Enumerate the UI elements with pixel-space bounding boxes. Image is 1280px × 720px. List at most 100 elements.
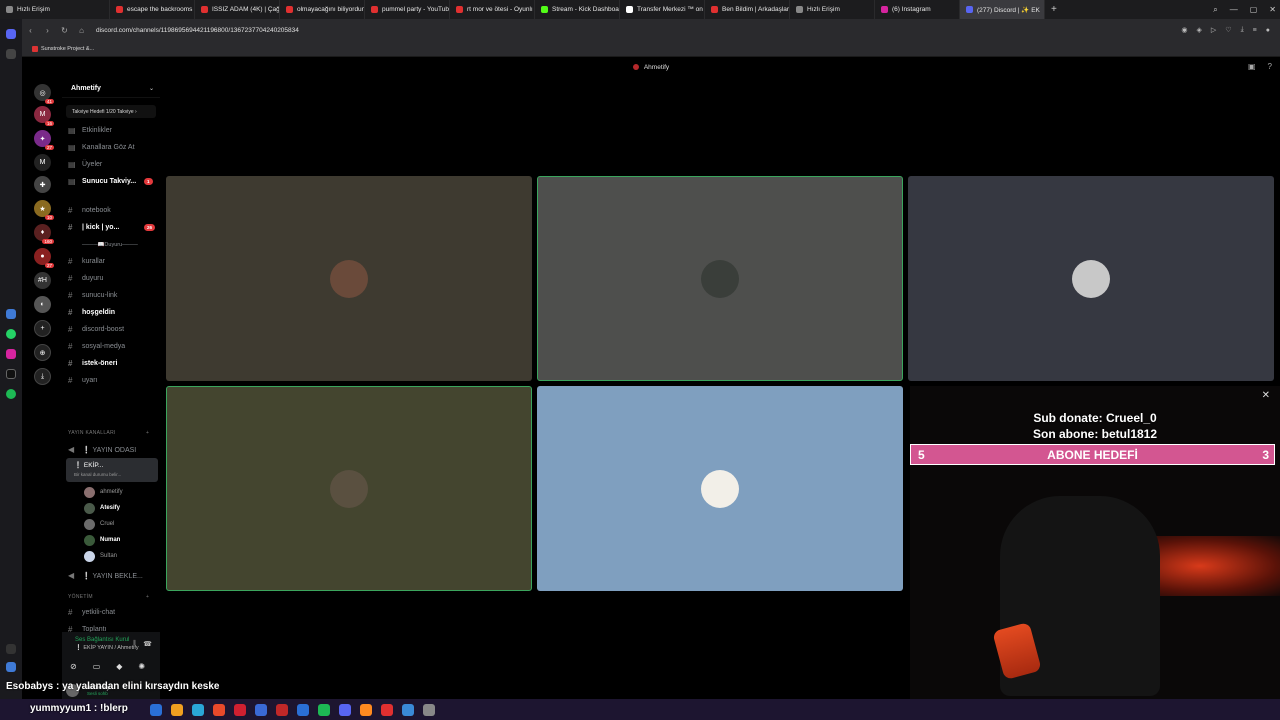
heart-icon[interactable] bbox=[6, 644, 16, 654]
text-channel[interactable]: # duyuru bbox=[68, 271, 103, 286]
sidebar-item[interactable]: ▤ Kanallara Göz At bbox=[68, 140, 135, 155]
add-channel-icon[interactable]: + bbox=[146, 430, 149, 436]
whatsapp-icon[interactable] bbox=[6, 329, 16, 339]
voice-user[interactable]: Atesify bbox=[84, 501, 120, 515]
spotify-icon[interactable] bbox=[6, 389, 16, 399]
text-channel[interactable]: # | kick | yo... 26 bbox=[68, 220, 156, 235]
panel-icon[interactable] bbox=[6, 662, 16, 672]
soundboard-icon[interactable]: ✺ bbox=[138, 662, 145, 671]
active-voice-channel[interactable]: ❕ EKİP... Bir kanal durumu belir... bbox=[66, 458, 158, 482]
record-icon[interactable] bbox=[381, 703, 393, 716]
spotify-icon[interactable] bbox=[318, 703, 330, 716]
server-name-header[interactable]: Ahmetify ⌄ bbox=[62, 80, 160, 98]
browser-tab[interactable]: (277) Discord | ✨ EK bbox=[960, 0, 1045, 19]
screen-share-icon[interactable]: ▭ bbox=[93, 662, 101, 671]
server-icon[interactable]: #H bbox=[34, 272, 51, 289]
close-icon[interactable]: ✕ bbox=[1262, 390, 1270, 401]
office-icon[interactable] bbox=[255, 703, 267, 716]
sidebar-item[interactable]: ▤ Sunucu Takviy... 1 bbox=[68, 174, 153, 189]
minimize-icon[interactable]: — bbox=[1230, 5, 1238, 14]
extension-icon[interactable]: ◈ bbox=[1197, 26, 1202, 34]
voice-user[interactable]: Cruel bbox=[84, 517, 114, 531]
server-icon-active[interactable]: ● 27 bbox=[34, 248, 54, 268]
browser-tab[interactable]: ISSIZ ADAM (4K) | Çağan bbox=[195, 0, 280, 19]
help-icon[interactable]: ? bbox=[1268, 62, 1272, 71]
x-icon[interactable] bbox=[6, 369, 16, 379]
edge-icon[interactable] bbox=[192, 703, 204, 716]
download-icon[interactable]: ⤓ bbox=[34, 368, 51, 385]
dm-icon[interactable]: ◎ 41 bbox=[34, 84, 54, 104]
server-icon[interactable]: ◐ bbox=[34, 296, 51, 313]
heart-icon[interactable]: ♡ bbox=[1225, 26, 1231, 34]
tile-user-1[interactable] bbox=[166, 176, 532, 381]
instagram-icon[interactable] bbox=[6, 349, 16, 359]
text-channel[interactable]: # uyarı bbox=[68, 373, 98, 388]
soundboard-icon[interactable]: 𝄃 bbox=[134, 640, 136, 648]
browser-tab[interactable]: Hızlı Erişim bbox=[790, 0, 875, 19]
calculator-icon[interactable] bbox=[423, 703, 435, 716]
category-header[interactable]: YAYIN KANALLARI + bbox=[68, 430, 149, 436]
text-channel[interactable]: # sosyal-medya bbox=[68, 339, 125, 354]
forward-icon[interactable]: › bbox=[39, 26, 56, 35]
explore-icon[interactable]: ⊕ bbox=[34, 344, 51, 361]
profile-icon[interactable]: ● bbox=[1266, 27, 1270, 34]
sidebar-item[interactable]: ▤ Etkinlikler bbox=[68, 123, 112, 138]
reload-icon[interactable]: ↻ bbox=[56, 26, 73, 35]
server-icon[interactable]: ♦ 160 bbox=[34, 224, 54, 244]
tile-user-5[interactable] bbox=[537, 386, 903, 591]
search-icon[interactable]: ⌕ bbox=[1213, 5, 1217, 15]
tile-user-4[interactable] bbox=[166, 386, 532, 591]
tile-user-2[interactable] bbox=[537, 176, 903, 381]
maximize-icon[interactable]: ▢ bbox=[1250, 5, 1258, 14]
star-icon[interactable] bbox=[6, 49, 16, 59]
opera-icon[interactable] bbox=[276, 703, 288, 716]
server-icon[interactable]: M bbox=[34, 154, 51, 171]
discord-icon[interactable] bbox=[339, 703, 351, 716]
new-tab-icon[interactable]: + bbox=[1045, 4, 1063, 15]
disconnect-icon[interactable]: ☎ bbox=[143, 640, 152, 648]
menu-icon[interactable]: ≡ bbox=[1253, 27, 1257, 34]
bookmark-item[interactable]: Sunstroke Project &... bbox=[32, 45, 94, 52]
store-icon[interactable] bbox=[213, 703, 225, 716]
browser-tab[interactable]: (6) Instagram bbox=[875, 0, 960, 19]
browser-tab[interactable]: Transfer Merkezi ™ on X bbox=[620, 0, 705, 19]
text-channel[interactable]: # hoşgeldin bbox=[68, 305, 115, 320]
voice-channel[interactable]: ◀ ❕ YAYIN ODASI bbox=[68, 442, 136, 457]
browser-tab[interactable]: Hızlı Erişim bbox=[0, 0, 110, 19]
text-channel[interactable]: # sunucu-link bbox=[68, 288, 117, 303]
obs-icon[interactable] bbox=[360, 703, 372, 716]
mail-icon[interactable] bbox=[234, 703, 246, 716]
browser-tab[interactable]: olmayacağını biliyordun y bbox=[280, 0, 365, 19]
add-server-icon[interactable]: + bbox=[34, 320, 51, 337]
inbox-icon[interactable]: ▣ bbox=[1248, 62, 1256, 71]
voice-channel[interactable]: ◀ ❕ YAYIN BEKLE... bbox=[68, 568, 143, 583]
explorer-icon[interactable] bbox=[150, 703, 162, 716]
server-icon[interactable]: M 16 bbox=[34, 106, 54, 126]
voice-user[interactable]: Sultan bbox=[84, 549, 117, 563]
play-icon[interactable]: ▷ bbox=[1211, 26, 1216, 34]
server-icon[interactable]: ✚ bbox=[34, 176, 51, 193]
folder-icon[interactable] bbox=[171, 703, 183, 716]
home-icon[interactable]: ⌂ bbox=[73, 26, 90, 35]
home-icon[interactable] bbox=[6, 29, 16, 39]
category-header[interactable]: YÖNETİM + bbox=[68, 594, 149, 600]
text-channel[interactable]: # notebook bbox=[68, 203, 111, 218]
server-icon[interactable]: ★ 10 bbox=[34, 200, 54, 220]
browser-tab[interactable]: Stream - Kick Dashboard bbox=[535, 0, 620, 19]
back-icon[interactable]: ‹ bbox=[22, 26, 39, 35]
camera-off-icon[interactable]: ⊘ bbox=[70, 662, 77, 671]
text-channel[interactable]: # discord-boost bbox=[68, 322, 124, 337]
browser-tab[interactable]: escape the backrooms - Y bbox=[110, 0, 195, 19]
text-channel[interactable]: # istek-öneri bbox=[68, 356, 117, 371]
url-field[interactable]: discord.com/channels/1198695694421196800… bbox=[96, 27, 299, 34]
download-icon[interactable]: ⤓ bbox=[1241, 26, 1244, 34]
sidebar-item[interactable]: ▤ Üyeler bbox=[68, 157, 102, 172]
browser-tab[interactable]: pummel party - YouTube bbox=[365, 0, 450, 19]
browser-tab[interactable]: rt mor ve ötesi - Oyunlı bbox=[450, 0, 535, 19]
text-channel[interactable]: # yetkili-chat bbox=[68, 605, 115, 620]
category-header[interactable]: ────📖Duyuru──── bbox=[68, 237, 138, 252]
add-channel-icon[interactable]: + bbox=[146, 594, 149, 600]
voice-user[interactable]: ahmetify bbox=[84, 485, 123, 499]
steam-icon[interactable] bbox=[297, 703, 309, 716]
app-icon[interactable] bbox=[6, 309, 16, 319]
